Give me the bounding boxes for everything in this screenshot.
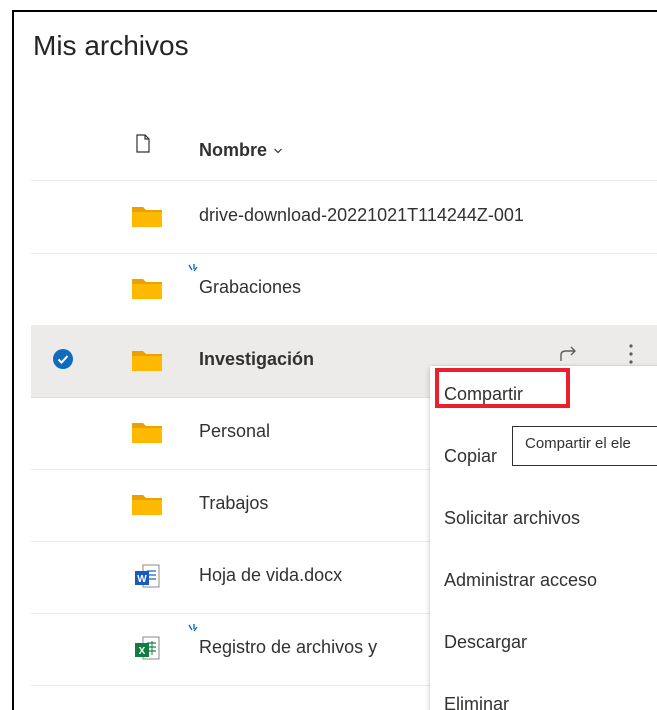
- menu-item-eliminar[interactable]: Eliminar: [430, 676, 657, 710]
- svg-text:X: X: [139, 646, 146, 657]
- list-item[interactable]: drive-download-20221021T114244Z-001: [31, 181, 657, 254]
- item-name[interactable]: Personal: [199, 421, 270, 442]
- folder-icon: [131, 491, 163, 517]
- menu-item-label: Solicitar archivos: [444, 508, 581, 528]
- item-name[interactable]: Trabajos: [199, 493, 268, 514]
- page-title: Mis archivos: [33, 30, 189, 61]
- item-name[interactable]: Investigación: [199, 349, 314, 370]
- item-name[interactable]: Grabaciones: [199, 277, 301, 298]
- more-options-icon[interactable]: [628, 343, 634, 365]
- context-menu: Compartir Copiar Solicitar archivos Admi…: [430, 366, 657, 710]
- new-item-sparkle-icon: [186, 623, 200, 637]
- item-name[interactable]: drive-download-20221021T114244Z-001: [199, 205, 524, 226]
- svg-text:W: W: [137, 574, 147, 585]
- menu-item-descargar[interactable]: Descargar: [430, 614, 657, 674]
- new-item-sparkle-icon: [186, 263, 200, 277]
- menu-item-label: Copiar: [444, 446, 498, 466]
- item-name[interactable]: Hoja de vida.docx: [199, 565, 342, 586]
- file-list-panel: Mis archivos Nombre drive-download-20221…: [12, 10, 657, 710]
- item-name[interactable]: Registro de archivos y: [199, 637, 377, 658]
- folder-icon: [131, 347, 163, 373]
- excel-spreadsheet-icon: X: [131, 635, 163, 661]
- share-icon[interactable]: [559, 345, 581, 363]
- column-header-row: Nombre: [31, 120, 657, 181]
- highlight-annotation: [435, 368, 570, 408]
- file-type-icon[interactable]: [136, 134, 150, 153]
- folder-icon: [131, 203, 163, 229]
- menu-item-label: Administrar acceso: [444, 570, 598, 590]
- name-column-header[interactable]: Nombre: [199, 140, 283, 161]
- menu-item-compartir[interactable]: Compartir: [430, 366, 657, 426]
- list-item[interactable]: Grabaciones: [31, 253, 657, 326]
- checkmark-circle-icon[interactable]: [53, 349, 73, 369]
- menu-item-solicitar-archivos[interactable]: Solicitar archivos: [430, 490, 657, 550]
- chevron-down-icon: [274, 148, 282, 153]
- word-document-icon: W: [131, 563, 163, 589]
- name-column-label: Nombre: [199, 140, 268, 160]
- folder-icon: [131, 275, 163, 301]
- menu-item-label: Eliminar: [444, 694, 510, 710]
- menu-item-administrar-acceso[interactable]: Administrar acceso: [430, 552, 657, 612]
- menu-item-label: Descargar: [444, 632, 528, 652]
- folder-icon: [131, 419, 163, 445]
- tooltip: Compartir el ele: [512, 426, 657, 466]
